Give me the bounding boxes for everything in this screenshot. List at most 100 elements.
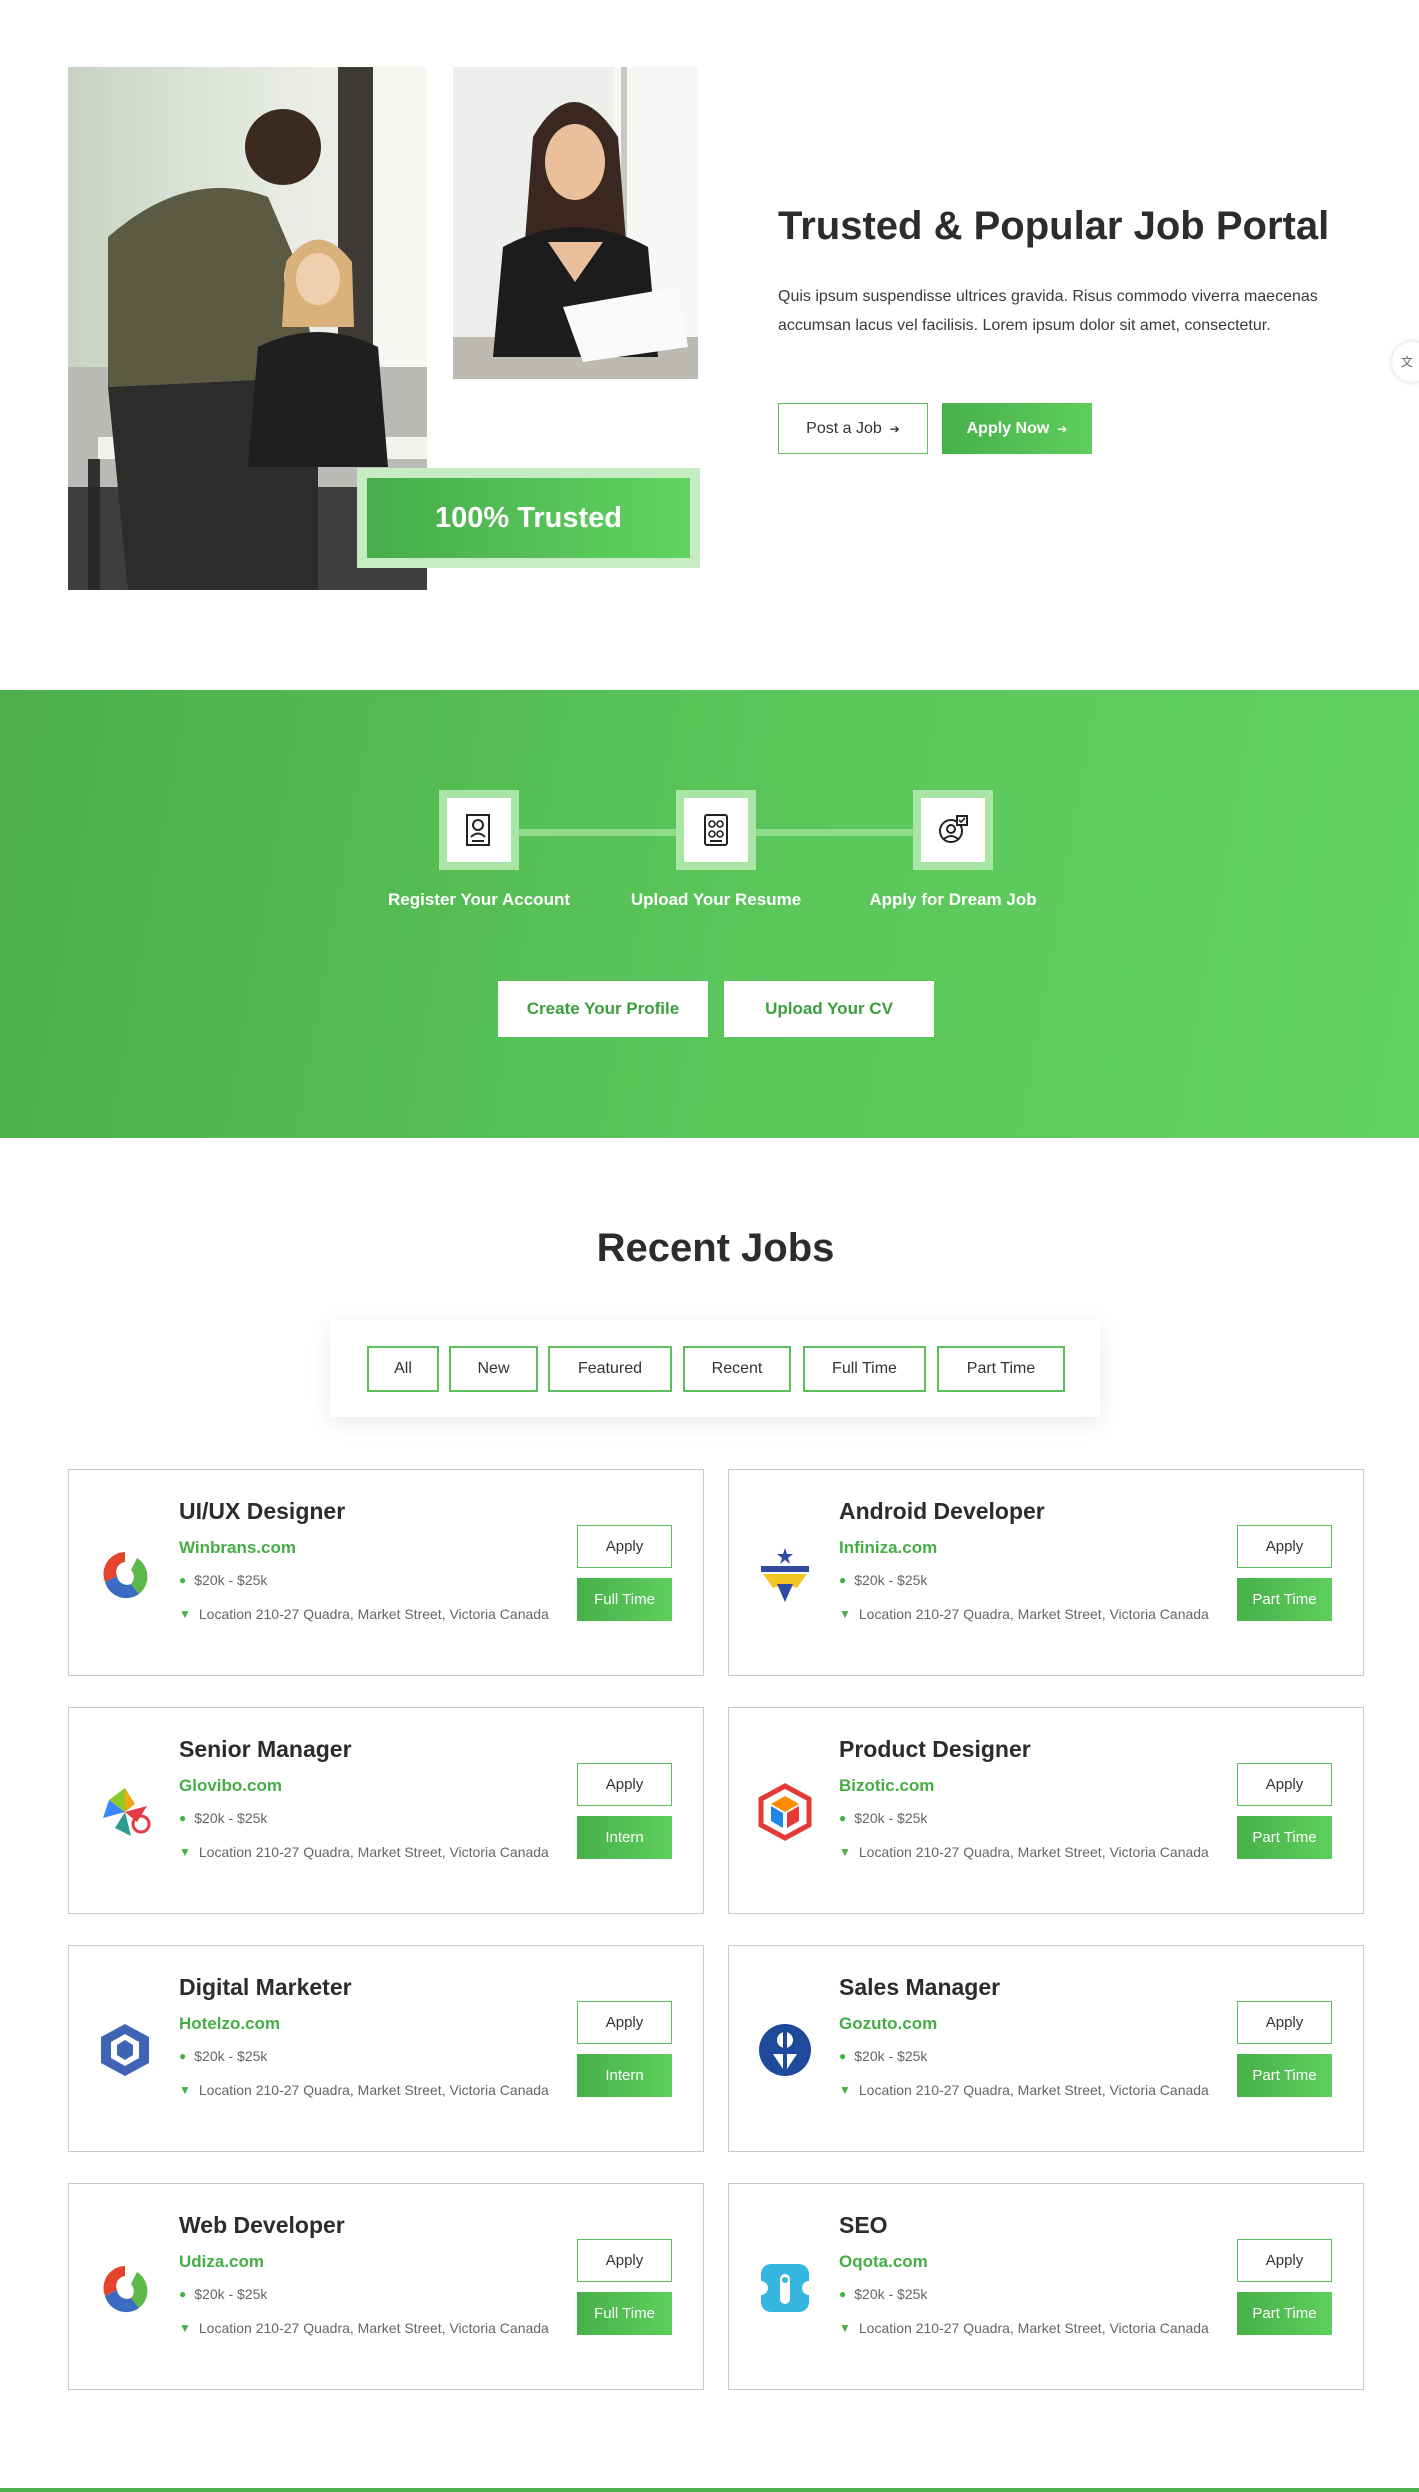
location-row: ▼ Location 210-27 Quadra, Market Street, … [839, 1604, 1209, 1625]
job-card[interactable]: Sales Manager Gozuto.com ● $20k - $25k ▼ L… [728, 1945, 1364, 2152]
location-row: ▼ Location 210-27 Quadra, Market Street, … [179, 1604, 549, 1625]
resume-document-icon [466, 814, 490, 846]
job-title: Sales Manager [839, 1974, 1001, 2000]
map-pin-icon: ▼ [839, 1845, 851, 1859]
company-link[interactable]: Gozuto.com [839, 2014, 937, 2034]
apply-button[interactable]: Apply [1237, 2001, 1332, 2044]
filter-featured[interactable]: Featured [548, 1346, 672, 1392]
about-title: Trusted & Popular Job Portal [778, 204, 1330, 248]
filter-part-time[interactable]: Part Time [937, 1346, 1065, 1392]
job-card[interactable]: Product Designer Bizotic.com ● $20k - $25… [728, 1707, 1364, 1914]
recent-jobs-title: Recent Jobs [596, 1226, 835, 1270]
filter-recent[interactable]: Recent [683, 1346, 791, 1392]
step-register [439, 790, 519, 870]
job-type-button[interactable]: Intern [577, 1816, 672, 1859]
company-link[interactable]: Infiniza.com [839, 1538, 937, 1558]
apply-button[interactable]: Apply [577, 1525, 672, 1568]
apply-now-label: Apply Now [966, 419, 1050, 437]
money-bag-icon: ● [179, 1573, 187, 1587]
company-link[interactable]: Bizotic.com [839, 1776, 934, 1796]
job-card[interactable]: Web Developer Udiza.com ● $20k - $25k ▼ Lo… [68, 2183, 704, 2390]
upload-cv-button[interactable]: Upload Your CV [724, 981, 934, 1037]
location-text: Location 210-27 Quadra, Market Street, V… [198, 1844, 549, 1860]
filter-full-time[interactable]: Full Time [803, 1346, 926, 1392]
job-card[interactable]: Android Developer Infiniza.com ● $20k - $… [728, 1469, 1364, 1676]
trusted-badge-text: 100% Trusted [367, 478, 690, 558]
translate-icon[interactable]: 文 [1392, 342, 1419, 382]
money-bag-icon: ● [179, 1811, 187, 1825]
map-pin-icon: ▼ [179, 2083, 191, 2097]
salary-row: ● $20k - $25k [839, 1572, 927, 1588]
apply-button[interactable]: Apply [1237, 1763, 1332, 1806]
star-figure-logo-icon [755, 1544, 815, 1604]
apply-button[interactable]: Apply [577, 2239, 672, 2282]
location-text: Location 210-27 Quadra, Market Street, V… [858, 2082, 1209, 2098]
job-type-button[interactable]: Part Time [1237, 2292, 1332, 2335]
money-bag-icon: ● [839, 1811, 847, 1825]
about-description: Quis ipsum suspendisse ultrices gravida.… [778, 288, 1318, 334]
job-card[interactable]: Senior Manager Glovibo.com ● $20k - $25k … [68, 1707, 704, 1914]
arrow-right-icon: ➔ [889, 421, 900, 436]
job-card[interactable]: UI/UX Designer Winbrans.com ● $20k - $25k… [68, 1469, 704, 1676]
money-bag-icon: ● [839, 1573, 847, 1587]
pinwheel-logo-icon [95, 1782, 155, 1842]
filter-all[interactable]: All [367, 1346, 439, 1392]
resume-upload-icon [704, 814, 728, 846]
location-row: ▼ Location 210-27 Quadra, Market Street, … [179, 2318, 549, 2339]
company-link[interactable]: Winbrans.com [179, 1538, 296, 1558]
company-link[interactable]: Hotelzo.com [179, 2014, 280, 2034]
salary-text: $20k - $25k [194, 1810, 268, 1826]
company-link[interactable]: Glovibo.com [179, 1776, 282, 1796]
salary-row: ● $20k - $25k [179, 2048, 267, 2064]
hexagon-logo-icon [95, 2020, 155, 2080]
job-card[interactable]: SEO Oqota.com ● $20k - $25k ▼ Location 210… [728, 2183, 1364, 2390]
filter-new[interactable]: New [449, 1346, 538, 1392]
job-type-button[interactable]: Part Time [1237, 2054, 1332, 2097]
step-connector [518, 829, 678, 836]
apply-now-button[interactable]: Apply Now ➔ [942, 403, 1092, 454]
map-pin-icon: ▼ [839, 2083, 851, 2097]
company-link[interactable]: Udiza.com [179, 2252, 264, 2272]
create-profile-button[interactable]: Create Your Profile [498, 981, 708, 1037]
apply-button[interactable]: Apply [577, 1763, 672, 1806]
salary-text: $20k - $25k [854, 2048, 928, 2064]
job-title: Android Developer [839, 1498, 1045, 1524]
job-type-button[interactable]: Full Time [577, 2292, 672, 2335]
salary-text: $20k - $25k [854, 1572, 928, 1588]
job-card[interactable]: Digital Marketer Hotelzo.com ● $20k - $25… [68, 1945, 704, 2152]
how-it-works-section: Register Your Account Upload Your Resume… [0, 690, 1419, 1138]
salary-row: ● $20k - $25k [179, 1572, 267, 1588]
job-type-button[interactable]: Part Time [1237, 1578, 1332, 1621]
location-row: ▼ Location 210-27 Quadra, Market Street, … [179, 1842, 549, 1863]
job-type-button[interactable]: Part Time [1237, 1816, 1332, 1859]
step-label-register: Register Your Account [388, 890, 570, 909]
job-type-button[interactable]: Intern [577, 2054, 672, 2097]
apply-button[interactable]: Apply [1237, 1525, 1332, 1568]
location-text: Location 210-27 Quadra, Market Street, V… [198, 2082, 549, 2098]
step-apply [913, 790, 993, 870]
money-bag-icon: ● [839, 2287, 847, 2301]
person-circle-logo-icon [755, 2020, 815, 2080]
swirl-logo-icon [95, 1544, 155, 1604]
post-job-button[interactable]: Post a Job ➔ [778, 403, 928, 454]
apply-button[interactable]: Apply [577, 2001, 672, 2044]
apply-button[interactable]: Apply [1237, 2239, 1332, 2282]
money-bag-icon: ● [179, 2287, 187, 2301]
salary-row: ● $20k - $25k [839, 2286, 927, 2302]
step-connector [755, 829, 915, 836]
post-job-label: Post a Job [806, 419, 882, 437]
location-text: Location 210-27 Quadra, Market Street, V… [198, 1606, 549, 1622]
map-pin-icon: ▼ [839, 1607, 851, 1621]
svg-text:文: 文 [1401, 354, 1413, 369]
location-row: ▼ Location 210-27 Quadra, Market Street, … [839, 2318, 1209, 2339]
puzzle-logo-icon [754, 2258, 816, 2318]
money-bag-icon: ● [179, 2049, 187, 2063]
salary-text: $20k - $25k [854, 2286, 928, 2302]
job-title: Senior Manager [179, 1736, 352, 1762]
step-upload [676, 790, 756, 870]
job-type-button[interactable]: Full Time [577, 1578, 672, 1621]
company-link[interactable]: Oqota.com [839, 2252, 928, 2272]
job-title: SEO [839, 2212, 888, 2238]
cube-logo-icon [755, 1782, 815, 1842]
job-title: UI/UX Designer [179, 1498, 346, 1524]
